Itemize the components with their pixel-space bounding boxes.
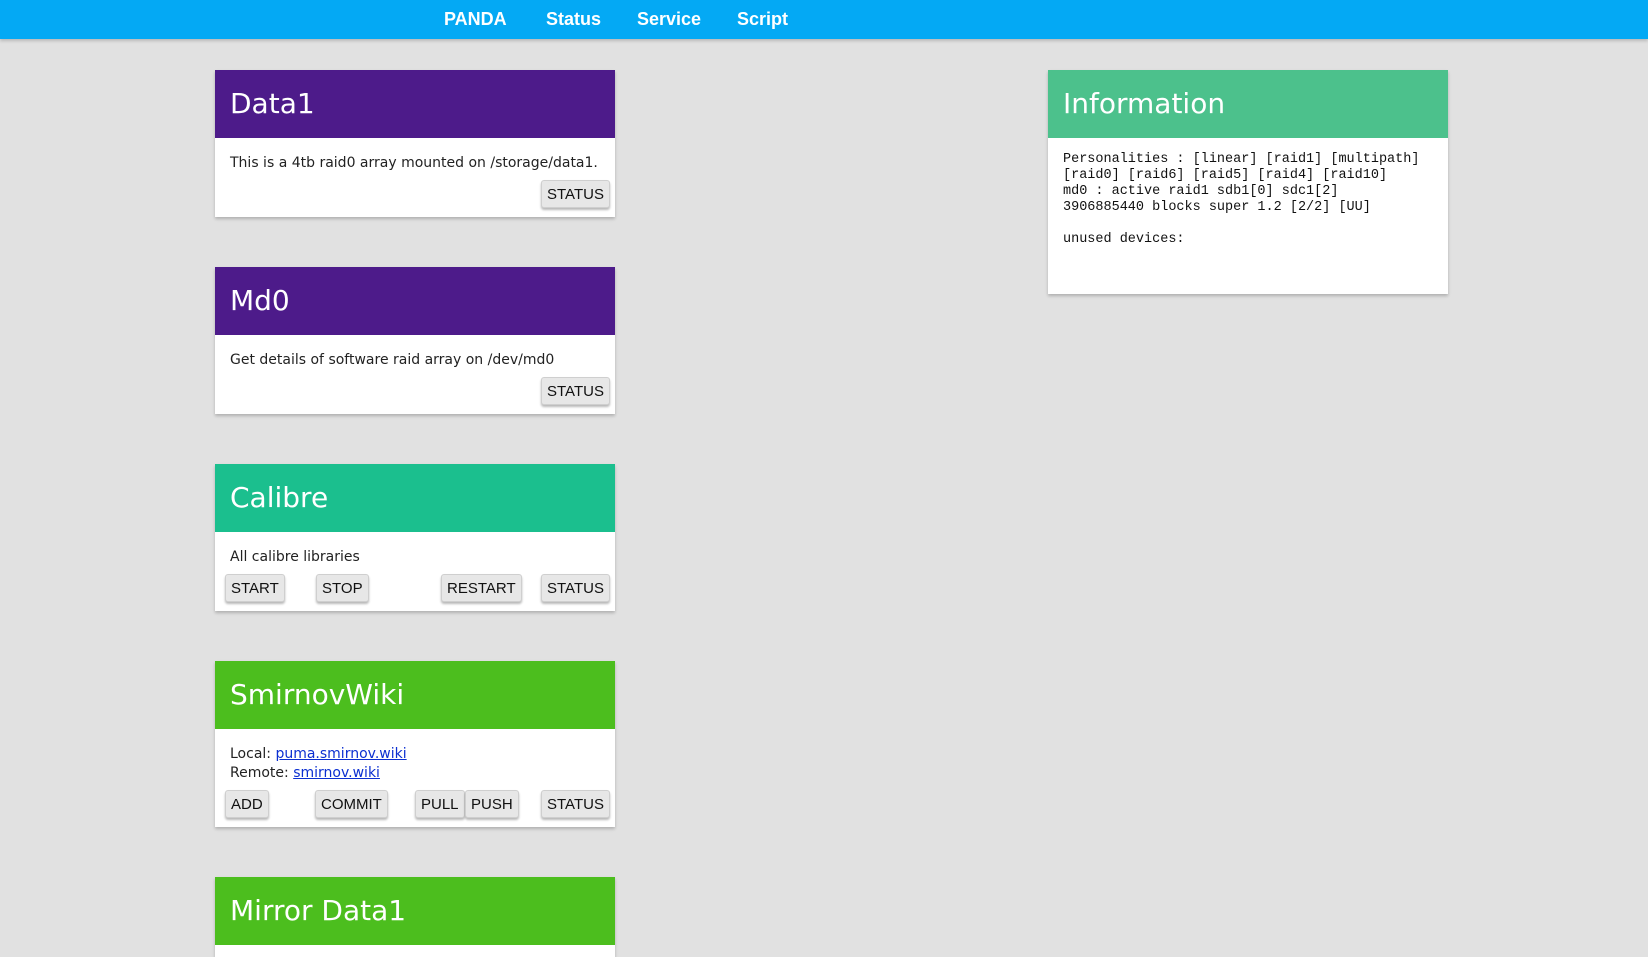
add-button[interactable]: ADD bbox=[225, 790, 269, 818]
push-button[interactable]: PUSH bbox=[465, 790, 519, 818]
restart-button[interactable]: RESTART bbox=[441, 574, 522, 602]
card-description: Local: puma.smirnov.wiki Remote: smirnov… bbox=[230, 745, 407, 783]
mdstat-output: Personalities : [linear] [raid1] [multip… bbox=[1063, 152, 1420, 247]
local-line: Local: puma.smirnov.wiki bbox=[230, 745, 407, 764]
local-link[interactable]: puma.smirnov.wiki bbox=[275, 746, 406, 762]
card-body: Local: puma.smirnov.wiki Remote: smirnov… bbox=[215, 729, 615, 827]
card-body: This is a 4tb raid0 array mounted on /st… bbox=[215, 138, 615, 217]
status-button[interactable]: STATUS bbox=[541, 574, 610, 602]
card-title: Mirror Data1 bbox=[215, 877, 615, 945]
status-button[interactable]: STATUS bbox=[541, 377, 610, 405]
card-md0: Md0 Get details of software raid array o… bbox=[215, 267, 615, 414]
stop-button[interactable]: STOP bbox=[316, 574, 369, 602]
card-calibre: Calibre All calibre libraries START STOP… bbox=[215, 464, 615, 611]
nav-brand-panda[interactable]: PANDA bbox=[444, 0, 507, 39]
card-title: Data1 bbox=[215, 70, 615, 138]
card-body: Get details of software raid array on /d… bbox=[215, 335, 615, 414]
status-button[interactable]: STATUS bbox=[541, 180, 610, 208]
card-smirnovwiki: SmirnovWiki Local: puma.smirnov.wiki Rem… bbox=[215, 661, 615, 827]
remote-line: Remote: smirnov.wiki bbox=[230, 764, 407, 783]
pull-button[interactable]: PULL bbox=[415, 790, 465, 818]
card-description: All calibre libraries bbox=[230, 549, 360, 565]
card-title: Md0 bbox=[215, 267, 615, 335]
card-mirror-data1: Mirror Data1 bbox=[215, 877, 615, 957]
card-body: Personalities : [linear] [raid1] [multip… bbox=[1048, 138, 1448, 294]
commit-button[interactable]: COMMIT bbox=[315, 790, 388, 818]
card-description: This is a 4tb raid0 array mounted on /st… bbox=[230, 155, 598, 171]
nav-item-service[interactable]: Service bbox=[637, 0, 701, 39]
card-data1: Data1 This is a 4tb raid0 array mounted … bbox=[215, 70, 615, 217]
card-title: Information bbox=[1048, 70, 1448, 138]
local-label: Local: bbox=[230, 746, 276, 762]
start-button[interactable]: START bbox=[225, 574, 285, 602]
card-body: All calibre libraries START STOP RESTART… bbox=[215, 532, 615, 611]
status-button[interactable]: STATUS bbox=[541, 790, 610, 818]
nav-item-status[interactable]: Status bbox=[546, 0, 601, 39]
remote-link[interactable]: smirnov.wiki bbox=[293, 765, 380, 781]
top-navbar: PANDA Status Service Script bbox=[0, 0, 1648, 39]
card-title: SmirnovWiki bbox=[215, 661, 615, 729]
card-description: Get details of software raid array on /d… bbox=[230, 352, 555, 368]
remote-label: Remote: bbox=[230, 765, 294, 781]
card-title: Calibre bbox=[215, 464, 615, 532]
card-information: Information Personalities : [linear] [ra… bbox=[1048, 70, 1448, 294]
nav-item-script[interactable]: Script bbox=[737, 0, 788, 39]
